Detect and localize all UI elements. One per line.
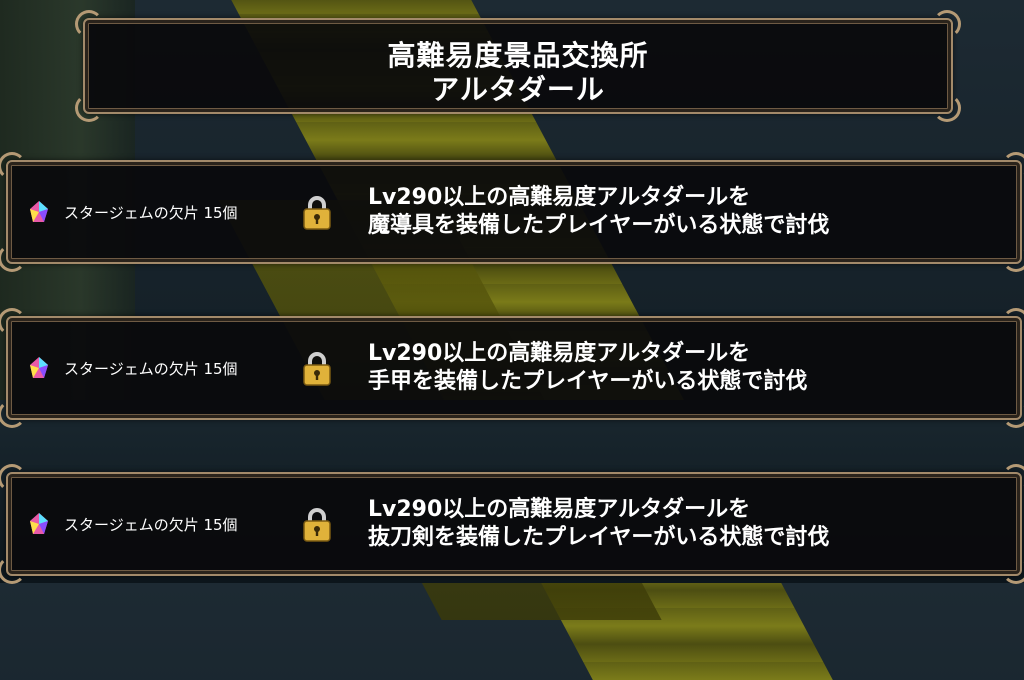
padlock-icon	[303, 352, 331, 386]
condition-line: 抜刀剣を装備したプレイヤーがいる状態で討伐	[368, 525, 830, 550]
ornament-corner	[0, 152, 26, 180]
page-subtitle: アルタダール	[431, 73, 605, 106]
star-gem-fragment-icon	[30, 513, 48, 534]
ornament-corner	[1002, 244, 1024, 272]
ornament-corner	[1002, 556, 1024, 584]
reward-label: スタージェムの欠片 15個	[64, 516, 238, 534]
mission-row[interactable]: スタージェムの欠片 15個 Lv290以上の高難易度アルタダールを 手甲を装備し…	[0, 308, 1024, 428]
mission-condition: Lv290以上の高難易度アルタダールを 魔導具を装備したプレイヤーがいる状態で討…	[368, 184, 829, 240]
condition-line: 手甲を装備したプレイヤーがいる状態で討伐	[368, 369, 808, 394]
mission-condition: Lv290以上の高難易度アルタダールを 手甲を装備したプレイヤーがいる状態で討伐	[368, 340, 807, 396]
condition-line: Lv290以上の高難易度アルタダールを	[368, 497, 751, 522]
condition-line: 魔導具を装備したプレイヤーがいる状態で討伐	[368, 213, 830, 238]
mission-row[interactable]: スタージェムの欠片 15個 Lv290以上の高難易度アルタダールを 魔導具を装備…	[0, 152, 1024, 272]
mission-condition: Lv290以上の高難易度アルタダールを 抜刀剣を装備したプレイヤーがいる状態で討…	[368, 496, 829, 552]
padlock-icon	[303, 508, 331, 542]
title-panel: 高難易度景品交換所 アルタダール	[75, 10, 961, 122]
star-gem-fragment-icon	[30, 357, 48, 378]
ornament-corner	[1002, 464, 1024, 492]
condition-line: Lv290以上の高難易度アルタダールを	[368, 185, 751, 210]
ornament-corner	[1002, 152, 1024, 180]
star-gem-fragment-icon	[30, 201, 48, 222]
ornament-corner	[0, 308, 26, 336]
padlock-icon	[303, 196, 331, 230]
condition-line: Lv290以上の高難易度アルタダールを	[368, 341, 751, 366]
reward-label: スタージェムの欠片 15個	[64, 360, 238, 378]
ornament-corner	[1002, 400, 1024, 428]
ornament-corner	[1002, 308, 1024, 336]
mission-row[interactable]: スタージェムの欠片 15個 Lv290以上の高難易度アルタダールを 抜刀剣を装備…	[0, 464, 1024, 584]
reward-label: スタージェムの欠片 15個	[64, 204, 238, 222]
ornament-corner	[0, 464, 26, 492]
